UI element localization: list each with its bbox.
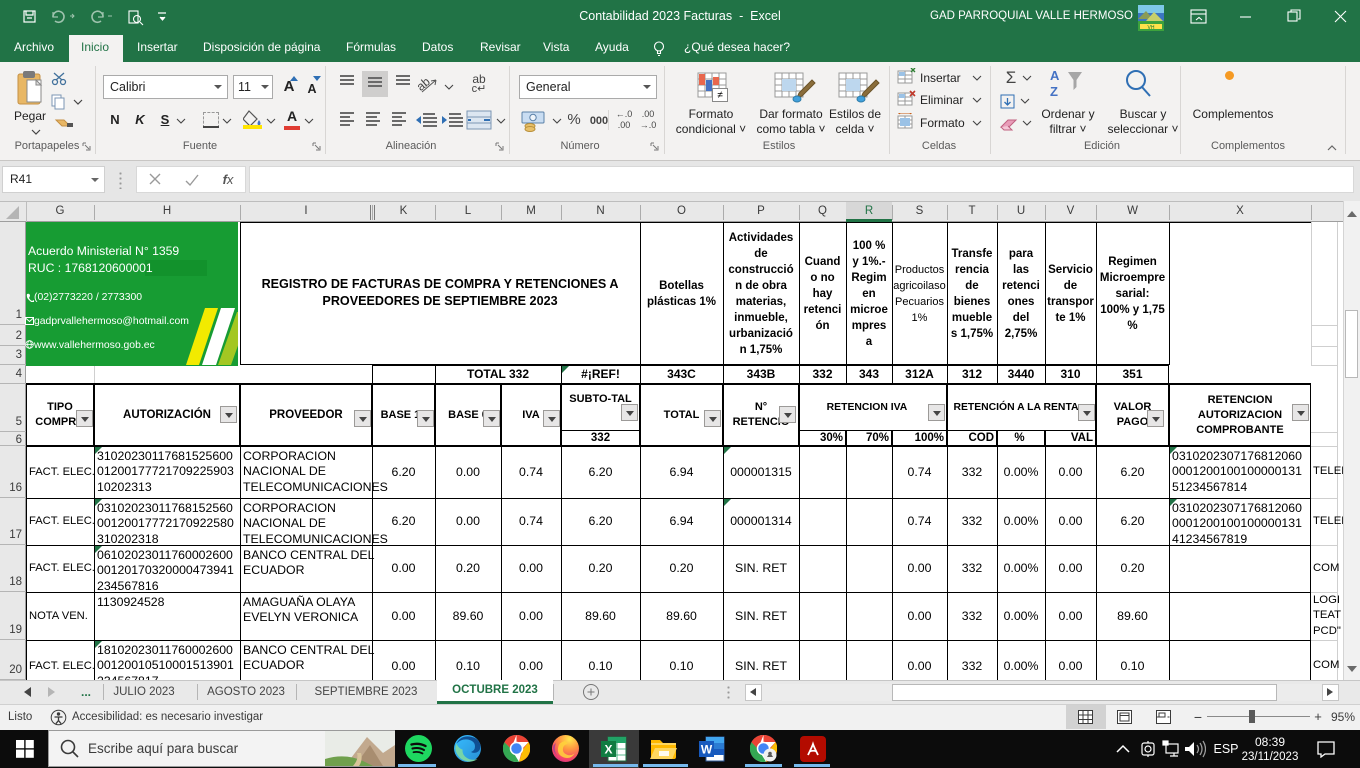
svg-text:W: W bbox=[701, 743, 713, 757]
svg-text:A: A bbox=[1050, 68, 1060, 83]
svg-text:X: X bbox=[604, 743, 612, 757]
svg-text:ab: ab bbox=[416, 74, 433, 94]
svg-text:Z: Z bbox=[1050, 84, 1058, 99]
svg-text:VH: VH bbox=[1148, 25, 1155, 31]
